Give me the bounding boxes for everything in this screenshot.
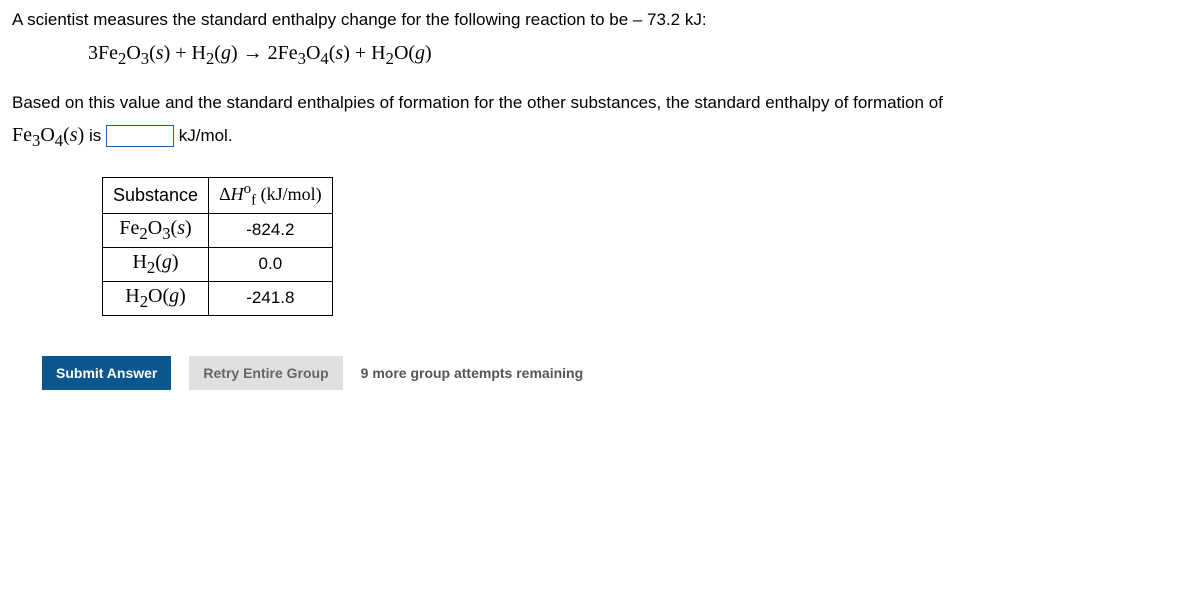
intro-text: A scientist measures the standard enthal… bbox=[12, 10, 1188, 30]
question-post: kJ/mol. bbox=[179, 126, 233, 145]
retry-button[interactable]: Retry Entire Group bbox=[189, 356, 342, 390]
question-pre: Based on this value and the standard ent… bbox=[12, 93, 943, 112]
header-value: ΔHof (kJ/mol) bbox=[209, 178, 333, 214]
table-row: Fe2O3(s) -824.2 bbox=[103, 213, 333, 247]
reaction-equation: 3Fe2O3(s) + H2(g) → 2Fe3O4(s) + H2O(g) bbox=[88, 42, 1188, 69]
table-row: H2(g) 0.0 bbox=[103, 247, 333, 281]
table-row: H2O(g) -241.8 bbox=[103, 281, 333, 315]
substance-cell: H2(g) bbox=[103, 247, 209, 281]
substance-cell: H2O(g) bbox=[103, 281, 209, 315]
target-substance: Fe3O4(s) bbox=[12, 124, 84, 146]
button-row: Submit Answer Retry Entire Group 9 more … bbox=[42, 356, 1188, 390]
value-cell: -241.8 bbox=[209, 281, 333, 315]
submit-button[interactable]: Submit Answer bbox=[42, 356, 171, 390]
answer-input[interactable] bbox=[106, 125, 174, 147]
header-substance: Substance bbox=[103, 178, 209, 214]
question-line: Based on this value and the standard ent… bbox=[12, 89, 1188, 155]
attempts-remaining: 9 more group attempts remaining bbox=[361, 365, 583, 381]
value-cell: 0.0 bbox=[209, 247, 333, 281]
enthalpy-table: Substance ΔHof (kJ/mol) Fe2O3(s) -824.2 … bbox=[102, 177, 333, 316]
question-mid: is bbox=[89, 126, 106, 145]
value-cell: -824.2 bbox=[209, 213, 333, 247]
substance-cell: Fe2O3(s) bbox=[103, 213, 209, 247]
